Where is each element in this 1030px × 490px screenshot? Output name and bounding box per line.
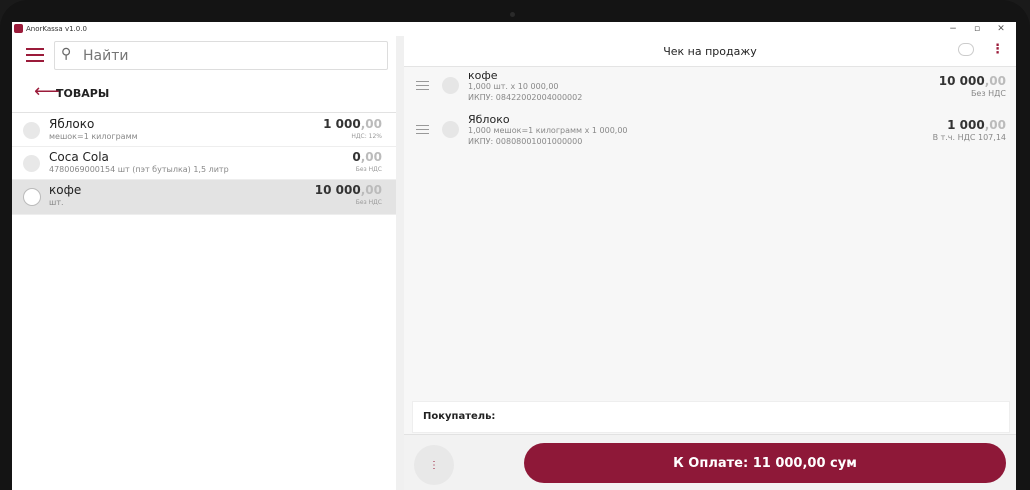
product-tax: Без НДС (355, 166, 382, 173)
more-options-icon[interactable]: ⋮ (991, 42, 1004, 57)
product-tax: НДС: 12% (351, 133, 382, 140)
pay-button[interactable]: К Оплате: 11 000,00 сум (524, 443, 1006, 483)
search-input[interactable] (81, 45, 385, 67)
item-price: 10 000,00 (938, 74, 1006, 88)
item-name: Яблоко (468, 113, 510, 126)
device-bezel: AnorKassa v1.0.0 − ▫ ✕ ⚲ ⟵ ТОВАРЫ Яблоко… (0, 0, 1030, 490)
minimize-button[interactable]: − (942, 22, 964, 36)
restore-button[interactable]: ▫ (966, 22, 988, 36)
product-image-icon (23, 122, 40, 139)
buyer-label: Покупатель: (423, 411, 496, 422)
camera (510, 12, 515, 17)
window-title: AnorKassa v1.0.0 (26, 25, 87, 33)
receipt-header: Чек на продажу ⋮ (404, 36, 1016, 67)
item-code: ИКПУ: 00808001001000000 (468, 137, 583, 146)
receipt-item[interactable]: Яблоко 1,000 мешок=1 килограмм x 1 000,0… (404, 111, 1016, 155)
product-image-icon (23, 155, 40, 172)
product-list: Яблоко мешок=1 килограмм 1 000,00 НДС: 1… (12, 114, 396, 215)
product-price: 1 000,00 (323, 117, 382, 131)
screen: AnorKassa v1.0.0 − ▫ ✕ ⚲ ⟵ ТОВАРЫ Яблоко… (12, 22, 1016, 490)
item-name: кофе (468, 69, 498, 82)
close-button[interactable]: ✕ (990, 22, 1012, 36)
app-logo-icon (14, 24, 23, 33)
product-price: 0,00 (352, 150, 382, 164)
receipt-title: Чек на продажу (663, 45, 757, 58)
search-box[interactable]: ⚲ (54, 41, 388, 70)
item-image-icon (442, 77, 459, 94)
product-item-selected[interactable]: кофе шт. 10 000,00 Без НДС (12, 180, 396, 215)
receipt-panel: Чек на продажу ⋮ кофе 1,000 шт. x 10 000… (404, 36, 1016, 490)
receipt-items: кофе 1,000 шт. x 10 000,00 ИКПУ: 0842200… (404, 67, 1016, 155)
item-price: 1 000,00 (947, 118, 1006, 132)
product-name: Coca Cola (49, 150, 109, 164)
comment-icon[interactable] (958, 43, 974, 56)
hamburger-menu-icon[interactable] (26, 48, 44, 62)
product-image-icon (23, 188, 41, 206)
product-unit: шт. (49, 198, 64, 207)
product-item[interactable]: Coca Cola 4780069000154 шт (пэт бутылка)… (12, 147, 396, 180)
category-title: ТОВАРЫ (56, 87, 110, 100)
item-tax: Без НДС (970, 89, 1006, 98)
divider (12, 112, 396, 113)
product-unit: 4780069000154 шт (пэт бутылка) 1,5 литр (49, 165, 229, 174)
drag-handle-icon[interactable] (416, 81, 429, 93)
title-bar: AnorKassa v1.0.0 − ▫ ✕ (12, 22, 1016, 36)
bottom-bar: ⋮ К Оплате: 11 000,00 сум (404, 434, 1016, 490)
item-image-icon (442, 121, 459, 138)
item-code: ИКПУ: 08422002004000002 (468, 93, 583, 102)
more-actions-button[interactable]: ⋮ (414, 445, 454, 485)
product-price: 10 000,00 (314, 183, 382, 197)
product-name: кофе (49, 183, 82, 197)
product-tax: Без НДС (355, 199, 382, 206)
buyer-field[interactable]: Покупатель: (412, 401, 1010, 433)
product-item[interactable]: Яблоко мешок=1 килограмм 1 000,00 НДС: 1… (12, 114, 396, 147)
products-panel: ⚲ ⟵ ТОВАРЫ Яблоко мешок=1 килограмм 1 00… (12, 36, 396, 490)
item-tax: В т.ч. НДС 107,14 (932, 133, 1006, 142)
drag-handle-icon[interactable] (416, 125, 429, 137)
category-header[interactable]: ⟵ ТОВАРЫ (12, 80, 396, 110)
product-unit: мешок=1 килограмм (49, 132, 138, 141)
search-icon: ⚲ (61, 46, 72, 62)
item-quantity: 1,000 шт. x 10 000,00 (468, 82, 559, 91)
receipt-item[interactable]: кофе 1,000 шт. x 10 000,00 ИКПУ: 0842200… (404, 67, 1016, 111)
product-name: Яблоко (49, 117, 95, 131)
item-quantity: 1,000 мешок=1 килограмм x 1 000,00 (468, 126, 628, 135)
panel-separator (396, 36, 404, 490)
